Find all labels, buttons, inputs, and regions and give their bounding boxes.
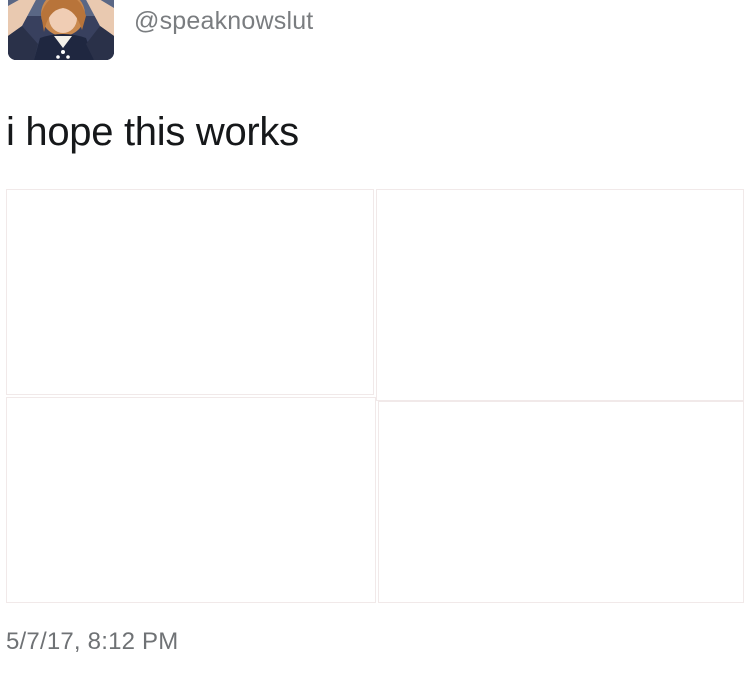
media-tile[interactable]: [6, 189, 374, 395]
profile-photo-image: [8, 0, 114, 60]
media-grid: [0, 185, 744, 605]
media-tile[interactable]: [6, 397, 376, 603]
timestamp[interactable]: 5/7/17, 8:12 PM: [6, 628, 178, 656]
media-tile[interactable]: [378, 401, 744, 603]
media-tile[interactable]: [376, 189, 744, 401]
avatar[interactable]: [8, 0, 114, 60]
tweet-text: i hope this works: [6, 110, 299, 154]
user-handle[interactable]: @speaknowslut: [134, 7, 313, 36]
